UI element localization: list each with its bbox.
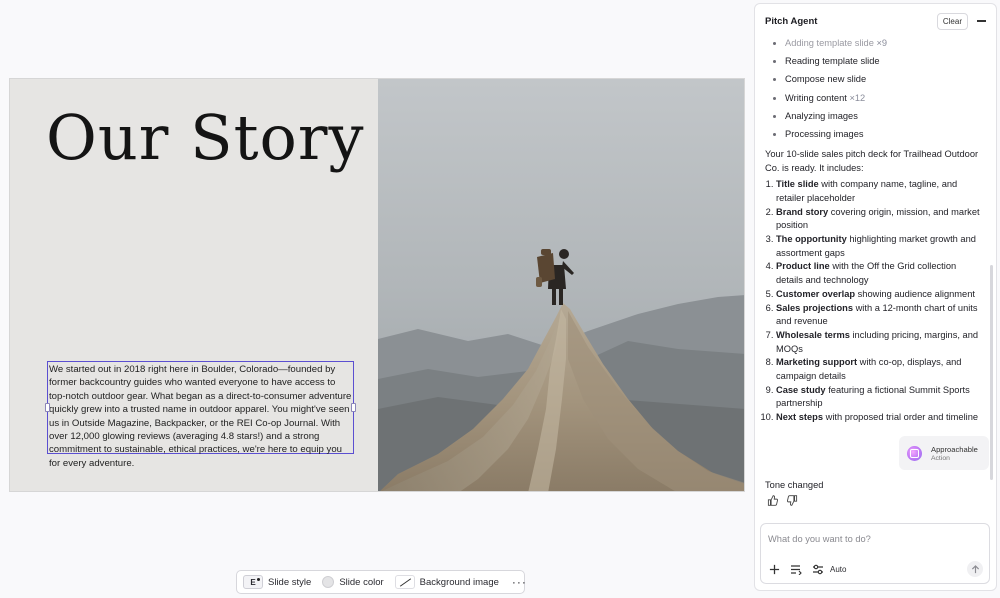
list-item: Product line with the Off the Grid colle…: [776, 260, 981, 287]
list-item: Marketing support with co-op, displays, …: [776, 356, 981, 383]
settings-sliders-icon[interactable]: [812, 564, 824, 575]
arrow-up-icon: [971, 564, 979, 573]
panel-header: Pitch Agent Clear: [755, 4, 996, 38]
action-title: Approachable: [931, 444, 978, 454]
list-item: Case study featuring a fictional Summit …: [776, 384, 981, 411]
list-item: Title slide with company name, tagline, …: [776, 178, 981, 205]
list-item: Brand story covering origin, mission, an…: [776, 206, 981, 233]
prompt-list-icon[interactable]: [790, 564, 802, 575]
clear-button[interactable]: Clear: [936, 12, 968, 30]
list-item: Next steps with proposed trial order and…: [776, 411, 981, 425]
color-swatch-icon: [322, 576, 335, 588]
mode-selector[interactable]: Auto: [830, 565, 846, 574]
hiker-on-ridge-image: [378, 79, 744, 491]
slide-canvas[interactable]: Our Story We started out in 2018 right h…: [9, 78, 745, 492]
action-subtitle: Action: [931, 454, 950, 462]
slide-style-icon: E: [243, 575, 263, 589]
slide-style-button[interactable]: E Slide style: [243, 575, 311, 589]
resize-handle-right[interactable]: [351, 403, 356, 412]
slide-title[interactable]: Our Story: [46, 101, 365, 174]
resize-handle-left[interactable]: [45, 403, 50, 412]
feedback-buttons: [767, 495, 798, 506]
slide-hiker-photo[interactable]: [378, 79, 744, 491]
agent-steps-list: Adding template slide ×9 Reading templat…: [773, 34, 981, 143]
slide-style-label: Slide style: [268, 576, 312, 588]
list-item: Adding template slide ×9: [773, 34, 981, 52]
slide-body-textbox[interactable]: We started out in 2018 right here in Bou…: [45, 361, 356, 469]
list-item: Reading template slide: [773, 52, 981, 70]
background-image-button[interactable]: Background image: [394, 575, 499, 589]
slide-color-label: Slide color: [339, 576, 384, 588]
slide-color-button[interactable]: Slide color: [322, 576, 384, 588]
slide-body-text[interactable]: We started out in 2018 right here in Bou…: [49, 364, 351, 469]
panel-scrollbar[interactable]: [990, 265, 993, 480]
list-item: Wholesale terms including pricing, margi…: [776, 329, 981, 356]
list-item: Analyzing images: [773, 107, 981, 125]
deck-outline-list: Title slide with company name, tagline, …: [765, 178, 981, 424]
background-image-label: Background image: [419, 576, 499, 588]
slide-text-area: Our Story We started out in 2018 right h…: [10, 79, 378, 491]
list-item: Sales projections with a 12-month chart …: [776, 302, 981, 329]
slide-toolbar: E Slide style Slide color Background ima…: [236, 570, 527, 594]
tone-action-icon: [907, 445, 922, 461]
tone-action-card[interactable]: Approachable Action: [899, 436, 989, 470]
background-image-icon: [394, 575, 415, 589]
more-options-icon[interactable]: ···: [512, 575, 527, 589]
add-icon[interactable]: [769, 564, 780, 575]
tone-status: Tone changed: [765, 480, 824, 490]
send-button[interactable]: [967, 561, 983, 577]
composer-toolbar: Auto: [769, 561, 983, 577]
tone-action-text: Approachable Action: [931, 445, 978, 462]
thumbs-up-icon[interactable]: [767, 495, 778, 506]
list-item: Writing content ×12: [773, 89, 981, 107]
list-item: Compose new slide: [773, 70, 981, 88]
agent-summary-intro: Your 10-slide sales pitch deck for Trail…: [765, 149, 979, 173]
minimize-icon[interactable]: [977, 20, 986, 22]
panel-title: Pitch Agent: [765, 15, 818, 27]
agent-feed: Adding template slide ×9 Reading templat…: [755, 34, 991, 425]
list-item: Processing images: [773, 125, 981, 143]
prompt-input[interactable]: [768, 531, 978, 546]
thumbs-down-icon[interactable]: [787, 495, 798, 506]
prompt-composer: Auto: [760, 523, 990, 584]
list-item: The opportunity highlighting market grow…: [776, 233, 981, 260]
list-item: Customer overlap showing audience alignm…: [776, 288, 981, 302]
